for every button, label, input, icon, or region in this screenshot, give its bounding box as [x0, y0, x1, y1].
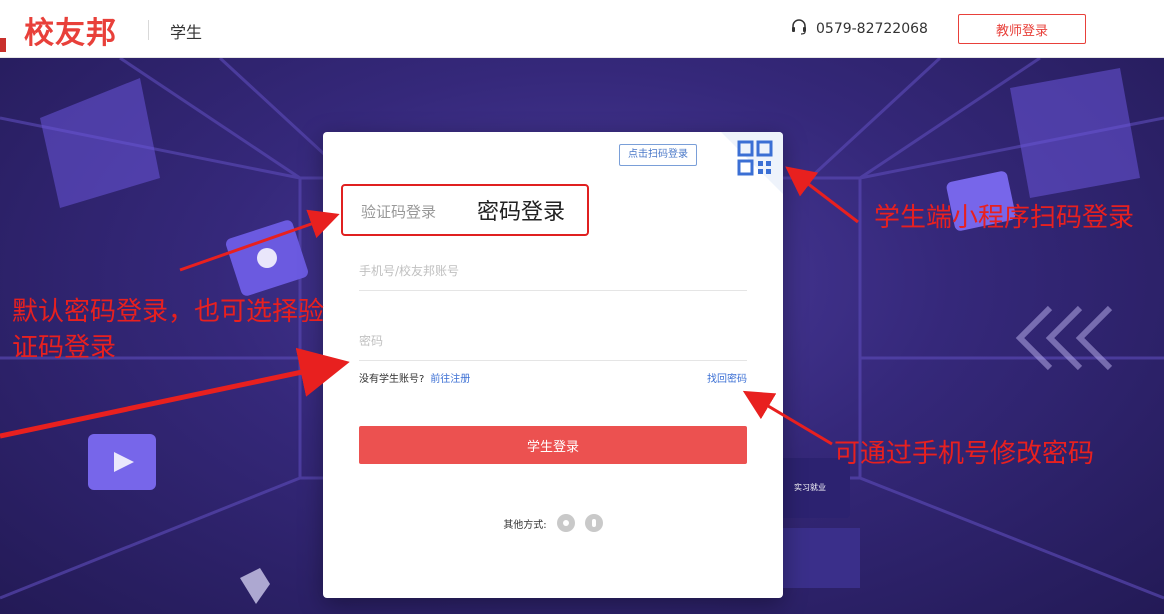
- register-link[interactable]: 前往注册: [430, 374, 470, 385]
- forgot-password-link[interactable]: 找回密码: [707, 370, 747, 385]
- phone-number: 0579-82722068: [816, 21, 928, 37]
- third-party-login-icon[interactable]: [556, 514, 575, 532]
- password-input[interactable]: [359, 324, 747, 358]
- qr-code-icon[interactable]: [737, 140, 773, 180]
- forgot-annotation: 可通过手机号修改密码: [834, 439, 1095, 469]
- teacher-login-button[interactable]: 教师登录: [958, 14, 1086, 44]
- password-field-wrapper: [359, 324, 747, 361]
- svg-text:实习就业: 实习就业: [794, 482, 826, 492]
- login-helper-links: 没有学生账号? 前往注册 找回密码: [359, 370, 747, 385]
- browser-tab-fragment: [0, 38, 6, 52]
- header-divider: [148, 20, 149, 40]
- support-phone: 0579-82722068: [790, 18, 928, 40]
- tab-password-login[interactable]: 密码登录: [477, 194, 565, 226]
- account-field-wrapper: [359, 254, 747, 291]
- headset-icon: [790, 18, 808, 40]
- brand-logo[interactable]: 校友邦: [24, 8, 117, 52]
- alternate-login-icon[interactable]: [584, 514, 603, 532]
- login-tabs: 验证码登录 密码登录: [341, 184, 589, 236]
- qr-annotation: 学生端小程序扫码登录: [874, 203, 1135, 233]
- top-navigation-bar: 校友邦 学生 0579-82722068 教师登录: [0, 0, 1164, 58]
- other-login-methods: 其他方式:: [323, 514, 783, 532]
- other-methods-label: 其他方式:: [503, 519, 547, 531]
- tab-sms-login[interactable]: 验证码登录: [361, 201, 436, 222]
- tab-annotation: 默认密码登录，也可选择验证码登录: [12, 297, 325, 363]
- account-input[interactable]: [359, 254, 747, 288]
- student-login-button[interactable]: 学生登录: [359, 426, 747, 464]
- login-card: 点击扫码登录 验证码登录 密码登录 没有学生账号?前往注册 找回密码 学生登录 …: [323, 132, 783, 598]
- role-label: 学生: [170, 23, 203, 42]
- no-account-text: 没有学生账号?: [359, 374, 425, 385]
- scan-login-tooltip[interactable]: 点击扫码登录: [619, 144, 697, 166]
